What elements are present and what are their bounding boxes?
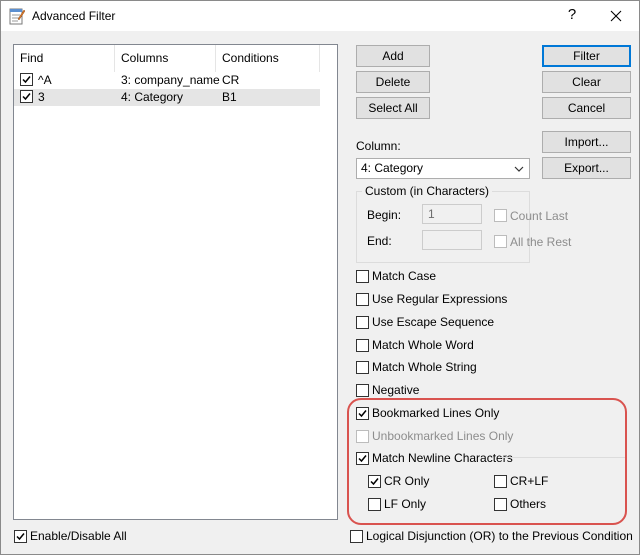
select-all-button[interactable]: Select All (356, 97, 430, 119)
column-header-find[interactable]: Find (14, 45, 115, 72)
window-title: Advanced Filter (32, 9, 116, 23)
unbookmarked-lines-checkbox[interactable] (356, 430, 369, 443)
advanced-filter-dialog: Advanced Filter ? Find Columns Condition… (0, 0, 640, 555)
delete-button[interactable]: Delete (356, 71, 430, 93)
row-condition: CR (222, 73, 240, 87)
end-input[interactable] (422, 230, 482, 250)
row-column: 3: company_name (121, 73, 220, 87)
enable-all-label: Enable/Disable All (30, 529, 127, 543)
negative-checkbox[interactable] (356, 384, 369, 397)
whole-word-checkbox[interactable] (356, 339, 369, 352)
row-condition: B1 (222, 90, 237, 104)
row-find: 3 (38, 90, 45, 104)
regex-label: Use Regular Expressions (372, 292, 508, 306)
column-header-conditions[interactable]: Conditions (216, 45, 320, 72)
crlf-label: CR+LF (510, 474, 549, 488)
check-icon (358, 455, 367, 463)
title-bar: Advanced Filter ? (1, 1, 639, 31)
unbookmarked-lines-label: Unbookmarked Lines Only (372, 429, 514, 443)
escape-sequence-label: Use Escape Sequence (372, 315, 495, 329)
export-button[interactable]: Export... (542, 157, 631, 179)
enable-all-checkbox[interactable] (14, 530, 27, 543)
logical-or-label: Logical Disjunction (OR) to the Previous… (366, 529, 633, 543)
list-header: Find Columns Conditions (14, 45, 337, 72)
whole-word-label: Match Whole Word (372, 338, 474, 352)
row-find: ^A (38, 73, 52, 87)
newline-separator (501, 457, 626, 458)
cancel-button[interactable]: Cancel (542, 97, 631, 119)
whole-string-checkbox[interactable] (356, 361, 369, 374)
clear-button[interactable]: Clear (542, 71, 631, 93)
begin-input[interactable]: 1 (422, 204, 482, 224)
logical-or-checkbox[interactable] (350, 530, 363, 543)
column-header-columns[interactable]: Columns (115, 45, 216, 72)
check-icon (358, 410, 367, 418)
escape-sequence-checkbox[interactable] (356, 316, 369, 329)
row-column: 4: Category (121, 90, 184, 104)
notepad-icon (9, 8, 25, 25)
newline-label: Match Newline Characters (372, 451, 513, 465)
bookmarked-lines-label: Bookmarked Lines Only (372, 406, 500, 420)
crlf-checkbox[interactable] (494, 475, 507, 488)
all-the-rest-label: All the Rest (510, 235, 572, 249)
chevron-down-icon (514, 166, 524, 172)
column-select-value: 4: Category (361, 161, 424, 175)
row-checkbox[interactable] (20, 90, 33, 103)
negative-label: Negative (372, 383, 420, 397)
filter-button[interactable]: Filter (542, 45, 631, 67)
end-label: End: (367, 234, 392, 248)
cr-only-label: CR Only (384, 474, 430, 488)
match-case-label: Match Case (372, 269, 437, 283)
column-label: Column: (356, 139, 401, 153)
others-checkbox[interactable] (494, 498, 507, 511)
all-the-rest-checkbox[interactable] (494, 235, 507, 248)
whole-string-label: Match Whole String (372, 360, 477, 374)
row-checkbox[interactable] (20, 73, 33, 86)
others-label: Others (510, 497, 547, 511)
check-icon (370, 478, 379, 486)
lf-only-checkbox[interactable] (368, 498, 381, 511)
lf-only-label: LF Only (384, 497, 427, 511)
count-last-label: Count Last (510, 209, 569, 223)
begin-label: Begin: (367, 208, 402, 222)
match-case-checkbox[interactable] (356, 270, 369, 283)
check-icon (22, 76, 31, 84)
check-icon (16, 533, 25, 541)
count-last-checkbox[interactable] (494, 209, 507, 222)
begin-input-value: 1 (428, 207, 435, 221)
import-button[interactable]: Import... (542, 131, 631, 153)
column-select[interactable]: 4: Category (356, 158, 530, 179)
custom-groupbox-legend: Custom (in Characters) (362, 185, 493, 198)
close-icon[interactable] (601, 3, 631, 29)
add-button[interactable]: Add (356, 45, 430, 67)
filter-list[interactable]: Find Columns Conditions ^A 3: company_na… (13, 44, 338, 520)
newline-checkbox[interactable] (356, 452, 369, 465)
regex-checkbox[interactable] (356, 293, 369, 306)
bookmarked-lines-checkbox[interactable] (356, 407, 369, 420)
table-row[interactable]: ^A 3: company_name CR (14, 72, 320, 89)
table-row[interactable]: 3 4: Category B1 (14, 89, 320, 106)
custom-groupbox (356, 191, 530, 263)
cr-only-checkbox[interactable] (368, 475, 381, 488)
check-icon (22, 93, 31, 101)
help-button[interactable]: ? (562, 6, 582, 23)
